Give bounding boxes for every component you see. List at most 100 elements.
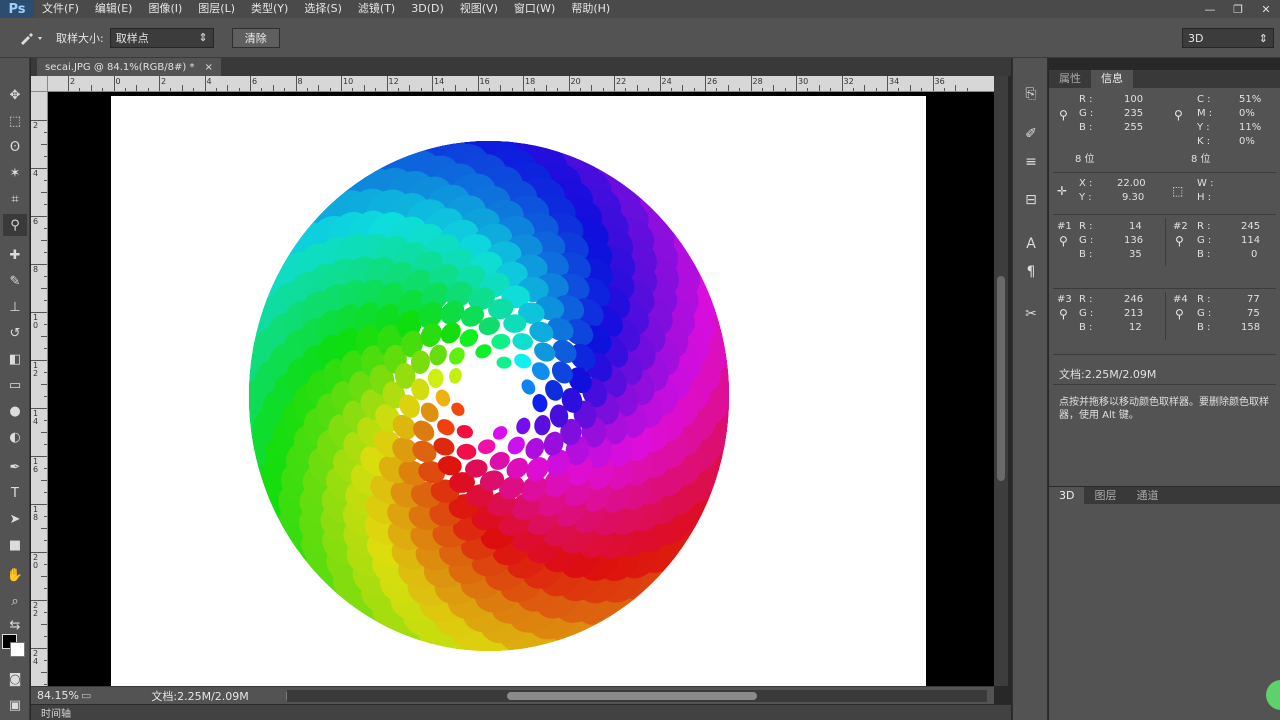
adjustments-icon[interactable]: ≡ <box>1019 150 1043 174</box>
ruler-tick <box>44 348 47 349</box>
ruler-tick <box>739 88 741 91</box>
horizontal-scrollbar[interactable] <box>287 690 987 702</box>
cmyk-m-value: 0% <box>1239 108 1255 119</box>
document-canvas[interactable] <box>111 96 926 686</box>
healing-brush-tool-icon[interactable]: ✚ <box>3 244 27 266</box>
ruler-tick <box>818 85 820 91</box>
menu-select[interactable]: 选择(S) <box>296 0 350 18</box>
timeline-panel-bar[interactable]: 时间轴 <box>31 704 1011 720</box>
character-panel-icon[interactable]: A <box>1019 232 1043 256</box>
sampler-2-eyedropper-icon[interactable]: ⚲ <box>1175 234 1184 248</box>
info-panel-tabs: 属性 信息 <box>1049 70 1280 88</box>
info-separator <box>1165 292 1166 340</box>
quick-mask-icon[interactable]: ◙ <box>3 668 27 690</box>
lasso-tool-icon[interactable]: ʘ <box>3 136 27 158</box>
minimize-button[interactable]: — <box>1196 0 1224 18</box>
pos-y-value: 9.30 <box>1122 192 1145 203</box>
hand-tool-icon[interactable]: ✋ <box>3 564 27 586</box>
spiral-dot <box>449 347 465 365</box>
gradient-tool-icon[interactable]: ▭ <box>3 374 27 396</box>
restore-button[interactable]: ❐ <box>1224 0 1252 18</box>
close-tab-icon[interactable]: × <box>204 62 212 73</box>
ruler-tick <box>284 88 286 91</box>
eyedropper-tool-icon[interactable]: ⚲ <box>3 214 27 236</box>
status-icon[interactable]: ▭ <box>81 689 91 702</box>
menu-file[interactable]: 文件(F) <box>34 0 87 18</box>
color-spiral-image[interactable] <box>111 96 926 686</box>
tab-channels[interactable]: 通道 <box>1126 487 1168 504</box>
ruler-label: 8 <box>297 77 303 86</box>
tools-presets-icon[interactable]: ✂ <box>1019 302 1043 326</box>
ruler-tick <box>181 85 183 91</box>
close-button[interactable]: ✕ <box>1252 0 1280 18</box>
vertical-ruler[interactable]: 2 4 6 8 1 0 1 2 1 4 1 6 1 8 2 0 2 2 2 4 <box>31 92 48 686</box>
screen-mode-icon[interactable]: ▣ <box>3 694 27 716</box>
ruler-tick <box>41 144 47 145</box>
document-tab[interactable]: secai.JPG @ 84.1%(RGB/8#) * × <box>37 58 221 76</box>
tab-properties[interactable]: 属性 <box>1049 70 1091 88</box>
swap-colors-icon[interactable]: ⇆ <box>3 614 27 636</box>
clone-source-icon[interactable]: ⊟ <box>1019 188 1043 212</box>
menu-view[interactable]: 视图(V) <box>452 0 506 18</box>
crop-tool-icon[interactable]: ⌗ <box>3 188 27 210</box>
workspace-select[interactable]: 3D ⇕ <box>1182 28 1274 48</box>
cmyk-eyedropper-icon[interactable]: ⚲ <box>1174 108 1183 122</box>
tool-preset-picker[interactable] <box>14 26 48 50</box>
paragraph-panel-icon[interactable]: ¶ <box>1019 260 1043 284</box>
sampler-1-r-label: R : <box>1079 221 1093 232</box>
ruler-tick <box>44 444 47 445</box>
menu-type[interactable]: 类型(Y) <box>243 0 296 18</box>
pen-tool-icon[interactable]: ✒ <box>3 456 27 478</box>
canvas-area[interactable] <box>48 92 998 686</box>
dodge-tool-icon[interactable]: ◐ <box>3 426 27 448</box>
background-color-swatch[interactable] <box>10 642 25 657</box>
history-panel-icon[interactable]: ⎘ <box>1019 82 1043 106</box>
rectangle-tool-icon[interactable]: ■ <box>3 534 27 556</box>
spiral-dot <box>531 362 550 380</box>
spiral-dot <box>475 344 492 359</box>
zoom-tool-icon[interactable]: ⌕ <box>3 590 27 612</box>
sampler-4-id: #4 <box>1173 294 1188 305</box>
eraser-tool-icon[interactable]: ◧ <box>3 348 27 370</box>
menu-image[interactable]: 图像(I) <box>140 0 190 18</box>
tab-3d[interactable]: 3D <box>1049 487 1085 504</box>
horizontal-ruler[interactable]: 2 0 2 4 6 8 10 12 14 16 18 20 22 24 26 28 30 32 34 36 <box>48 76 998 92</box>
horizontal-scroll-thumb[interactable] <box>507 692 757 700</box>
tab-info[interactable]: 信息 <box>1091 70 1133 88</box>
rgb-eyedropper-icon[interactable]: ⚲ <box>1059 108 1068 122</box>
ruler-tick <box>102 88 104 91</box>
menu-layer[interactable]: 图层(L) <box>190 0 243 18</box>
menu-filter[interactable]: 滤镜(T) <box>350 0 403 18</box>
history-brush-tool-icon[interactable]: ↺ <box>3 322 27 344</box>
menu-3d[interactable]: 3D(D) <box>403 0 452 18</box>
zoom-level[interactable]: 84.15% <box>37 689 79 702</box>
vertical-scrollbar[interactable] <box>994 76 1008 686</box>
ruler-label: 2 <box>70 77 76 86</box>
path-selection-tool-icon[interactable]: ➤ <box>3 508 27 530</box>
marquee-tool-icon[interactable]: ⬚ <box>3 110 27 132</box>
type-tool-icon[interactable]: T <box>3 482 27 504</box>
cmyk-k-value: 0% <box>1239 136 1255 147</box>
menu-help[interactable]: 帮助(H) <box>563 0 618 18</box>
sampler-1-eyedropper-icon[interactable]: ⚲ <box>1059 234 1068 248</box>
sample-size-select[interactable]: 取样点 ⇕ <box>109 27 214 48</box>
clear-button[interactable]: 清除 <box>231 27 280 48</box>
sampler-3-eyedropper-icon[interactable]: ⚲ <box>1059 307 1068 321</box>
move-tool-icon[interactable]: ✥ <box>3 84 27 106</box>
magic-wand-tool-icon[interactable]: ✶ <box>3 162 27 184</box>
tab-layers[interactable]: 图层 <box>1084 487 1126 504</box>
sampler-4-eyedropper-icon[interactable]: ⚲ <box>1175 307 1184 321</box>
vertical-scroll-thumb[interactable] <box>997 276 1005 481</box>
blur-tool-icon[interactable]: ● <box>3 400 27 422</box>
ruler-label: 1 6 <box>33 457 39 474</box>
ruler-tick <box>500 85 502 91</box>
ruler-origin[interactable] <box>31 76 48 92</box>
brush-presets-icon[interactable]: ✐ <box>1019 122 1043 146</box>
menu-window[interactable]: 窗口(W) <box>506 0 563 18</box>
clone-stamp-tool-icon[interactable]: ⊥ <box>3 296 27 318</box>
sampler-2-g-label: G : <box>1197 235 1212 246</box>
info-separator <box>1053 288 1276 289</box>
brush-tool-icon[interactable]: ✎ <box>3 270 27 292</box>
ruler-tick <box>250 76 251 91</box>
menu-edit[interactable]: 编辑(E) <box>87 0 141 18</box>
